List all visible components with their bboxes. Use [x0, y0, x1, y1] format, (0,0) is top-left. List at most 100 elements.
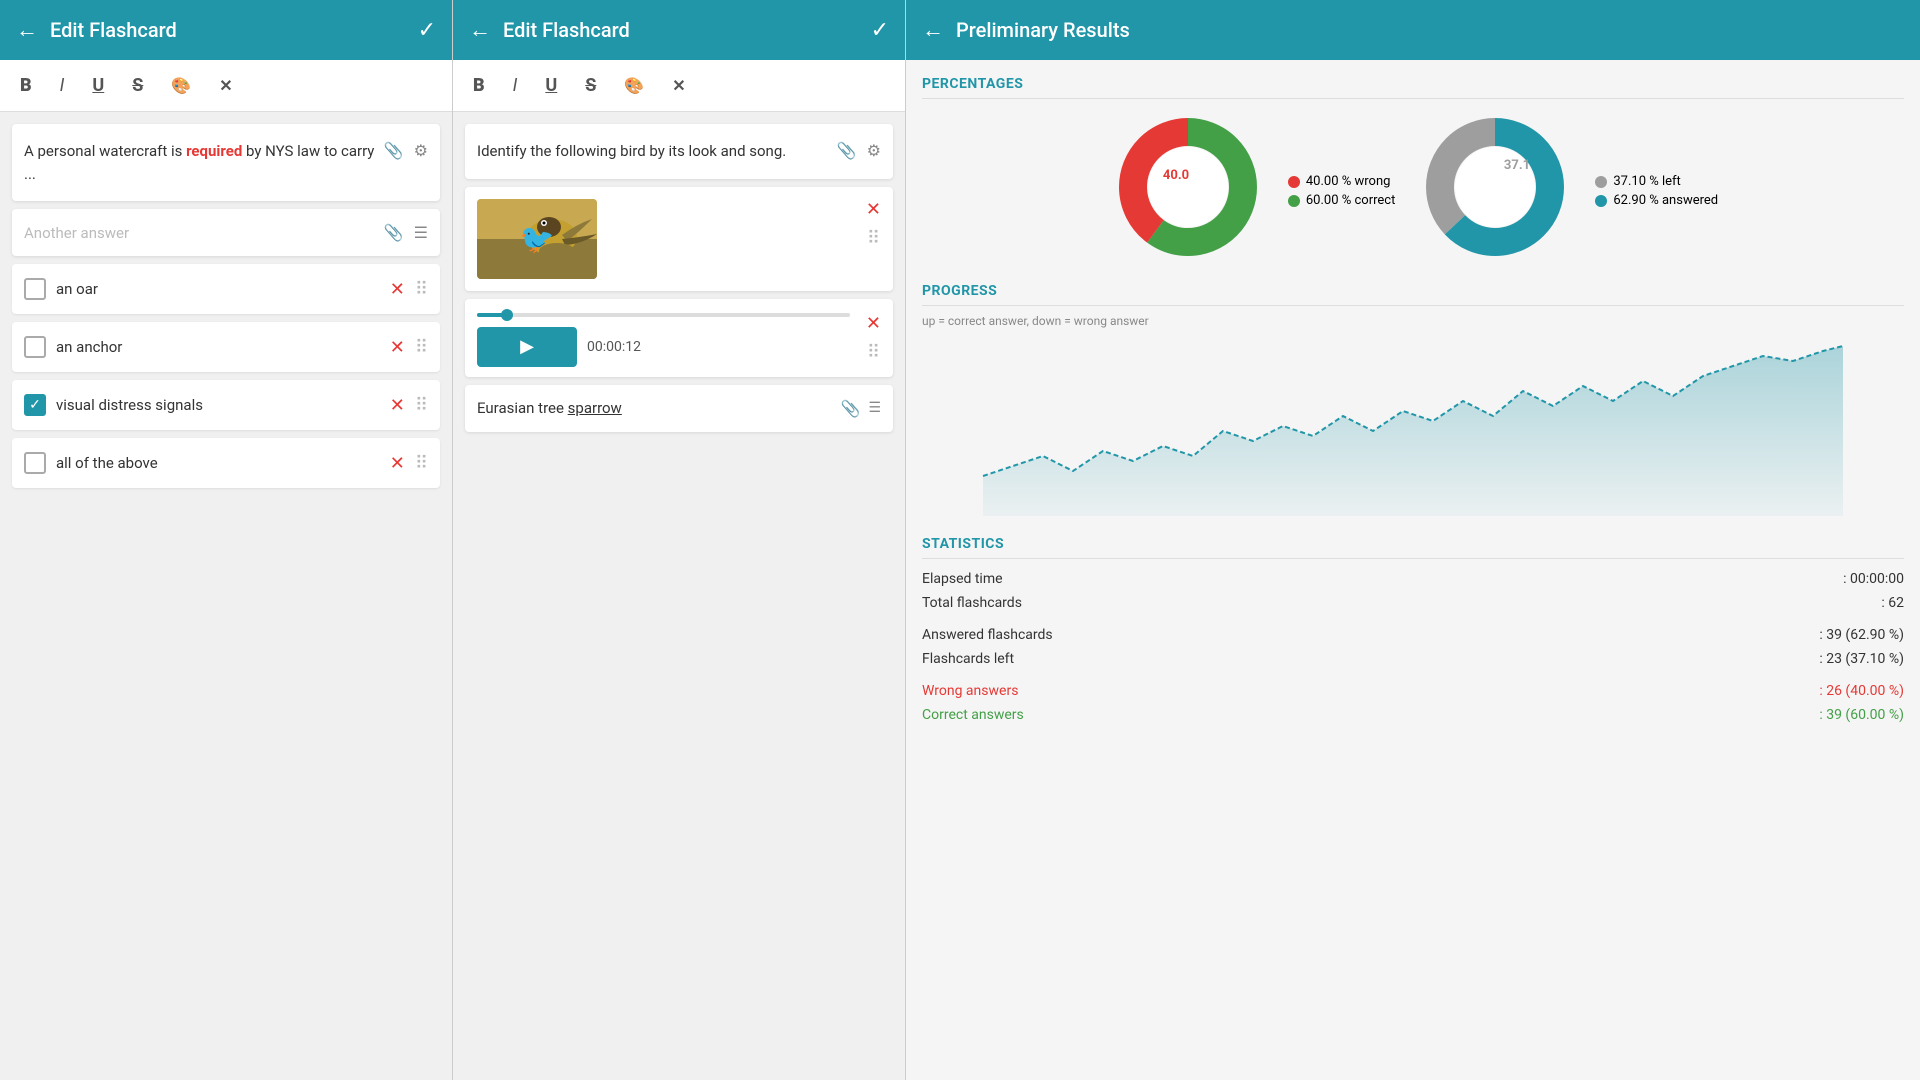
attach-icon-q1[interactable] [384, 140, 404, 161]
bold-button-2[interactable]: B [469, 71, 489, 100]
wrong-dot [1288, 176, 1300, 188]
stat-value-wrong: : 26 (40.00 %) [1819, 683, 1904, 699]
stat-total-flashcards: Total flashcards : 62 [922, 591, 1904, 615]
percentages-section: PERCENTAGES 40.0 60.0 [922, 76, 1904, 267]
percentages-title: PERCENTAGES [922, 76, 1904, 99]
drag-image-icon[interactable]: ⠿ [867, 228, 880, 249]
answered-label: 62.90 % answered [1613, 193, 1718, 208]
question-required-text: required [186, 142, 242, 160]
option-text-4: all of the above [56, 454, 380, 472]
statistics-title: STATISTICS [922, 536, 1904, 559]
stat-value-answered: : 39 (62.90 %) [1819, 627, 1904, 643]
back-button-2[interactable] [469, 17, 491, 43]
clear-button-2[interactable] [668, 71, 689, 100]
legend-correct: 60.00 % correct [1288, 193, 1395, 208]
stat-label-wrong: Wrong answers [922, 683, 1819, 699]
gear-icon-q2[interactable] [867, 140, 881, 161]
drag-icon-2[interactable]: ⠿ [415, 337, 428, 358]
checkbox-3[interactable] [24, 394, 46, 416]
answer-input-icons: ☰ [384, 223, 428, 242]
drag-icon-3[interactable]: ⠿ [415, 395, 428, 416]
delete-image-icon[interactable]: ✕ [866, 199, 881, 220]
attach-answer-icon[interactable] [841, 399, 861, 418]
delete-icon-3[interactable]: ✕ [390, 395, 405, 416]
stat-wrong: Wrong answers : 26 (40.00 %) [922, 679, 1904, 703]
back-button-3[interactable] [922, 17, 944, 43]
strikethrough-button-2[interactable]: S [581, 71, 600, 100]
bird-image-card: ✕ ⠿ [465, 187, 893, 291]
option-row-4: all of the above ✕ ⠿ [12, 438, 440, 488]
option-row-3: visual distress signals ✕ ⠿ [12, 380, 440, 430]
header-3: Preliminary Results [906, 0, 1920, 60]
attach-icon-q2[interactable] [837, 140, 857, 161]
header-1: Edit Flashcard [0, 0, 452, 60]
palette-button-2[interactable] [620, 71, 648, 100]
stat-correct: Correct answers : 39 (60.00 %) [922, 703, 1904, 727]
audio-control: ▶ 00:00:12 ✕ ⠿ [465, 299, 893, 377]
wrong-label: 40.00 % wrong [1306, 174, 1391, 189]
header-title-3: Preliminary Results [956, 18, 1904, 42]
legend-left-answered: 37.10 % left 62.90 % answered [1595, 174, 1718, 208]
audio-time: 00:00:12 [587, 339, 641, 355]
question-card-1: A personal watercraft is required by NYS… [12, 124, 440, 201]
gear-icon-q1[interactable] [414, 140, 428, 161]
stat-label-total: Total flashcards [922, 595, 1881, 611]
stat-elapsed-time: Elapsed time : 00:00:00 [922, 567, 1904, 591]
content-1: A personal watercraft is required by NYS… [0, 112, 452, 1080]
chart-left-answered: 37.1 62.9 [1415, 107, 1575, 267]
drag-icon-1[interactable]: ⠿ [415, 279, 428, 300]
svg-text:40.0: 40.0 [1163, 168, 1189, 183]
add-row-answer-icon[interactable]: ☰ [868, 400, 881, 416]
bird-image [477, 199, 597, 279]
play-button[interactable]: ▶ [477, 327, 577, 367]
drag-icon-4[interactable]: ⠿ [415, 453, 428, 474]
question-card-2: Identify the following bird by its look … [465, 124, 893, 179]
underline-button-1[interactable]: U [88, 71, 108, 100]
svg-text:37.1: 37.1 [1504, 158, 1530, 173]
attach-icon-a1[interactable] [384, 223, 404, 242]
legend-left: 37.10 % left [1595, 174, 1718, 189]
clear-button-1[interactable] [215, 71, 236, 100]
confirm-button-1[interactable] [418, 18, 436, 43]
italic-button-1[interactable]: I [56, 71, 69, 100]
palette-button-1[interactable] [167, 71, 195, 100]
delete-icon-2[interactable]: ✕ [390, 337, 405, 358]
checkbox-4[interactable] [24, 452, 46, 474]
answer-input-1[interactable]: Another answer ☰ [12, 209, 440, 256]
stat-value-total: : 62 [1881, 595, 1904, 611]
answer-text-p2: Eurasian tree sparrow [477, 399, 833, 417]
stat-label-elapsed: Elapsed time [922, 571, 1843, 587]
italic-button-2[interactable]: I [509, 71, 522, 100]
header-2: Edit Flashcard [453, 0, 905, 60]
progress-subtitle: up = correct answer, down = wrong answer [922, 314, 1904, 328]
left-dot [1595, 176, 1607, 188]
strikethrough-button-1[interactable]: S [128, 71, 147, 100]
delete-icon-1[interactable]: ✕ [390, 279, 405, 300]
back-button-1[interactable] [16, 17, 38, 43]
audio-slider[interactable] [477, 313, 850, 317]
donut-svg-1: 40.0 60.0 [1108, 107, 1268, 267]
panel-edit-flashcard-2: Edit Flashcard B I U S Identify the foll… [453, 0, 906, 1080]
bold-button-1[interactable]: B [16, 71, 36, 100]
answer-placeholder-1: Another answer [24, 224, 129, 242]
question-card-icons [384, 140, 428, 161]
stat-value-left: : 23 (37.10 %) [1819, 651, 1904, 667]
left-label: 37.10 % left [1613, 174, 1680, 189]
delete-icon-4[interactable]: ✕ [390, 453, 405, 474]
donut-svg-2: 37.1 62.9 [1415, 107, 1575, 267]
toolbar-2: B I U S [453, 60, 905, 112]
stat-label-left: Flashcards left [922, 651, 1819, 667]
drag-audio-icon[interactable]: ⠿ [867, 342, 880, 363]
legend-wrong-correct: 40.00 % wrong 60.00 % correct [1288, 174, 1395, 208]
correct-dot [1288, 195, 1300, 207]
correct-label: 60.00 % correct [1306, 193, 1395, 208]
delete-audio-icon[interactable]: ✕ [866, 313, 881, 334]
checkbox-1[interactable] [24, 278, 46, 300]
panel-results: Preliminary Results PERCENTAGES 40.0 60 [906, 0, 1920, 1080]
underline-button-2[interactable]: U [541, 71, 561, 100]
confirm-button-2[interactable] [871, 18, 889, 43]
add-row-icon-1[interactable]: ☰ [414, 223, 428, 242]
option-text-1: an oar [56, 280, 380, 298]
checkbox-2[interactable] [24, 336, 46, 358]
stat-value-correct: : 39 (60.00 %) [1819, 707, 1904, 723]
